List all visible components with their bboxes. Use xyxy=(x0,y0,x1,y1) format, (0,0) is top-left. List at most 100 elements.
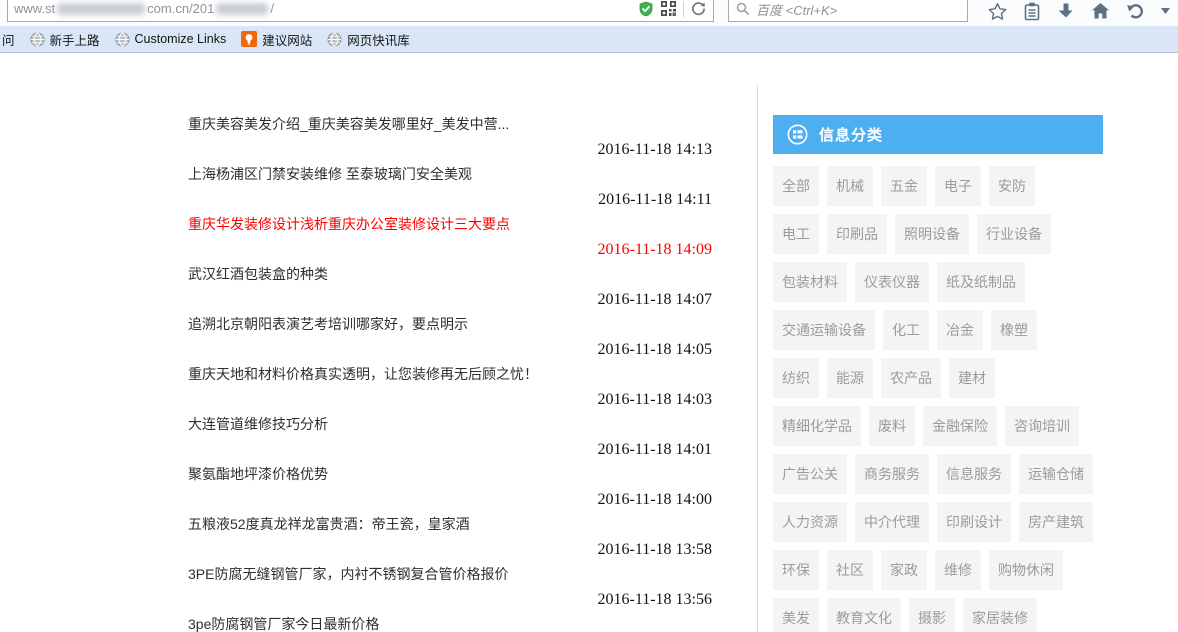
category-button[interactable]: 维修 xyxy=(935,550,981,590)
article-title-link[interactable]: 3PE防腐无缝钢管厂家，内衬不锈钢复合管价格报价 xyxy=(188,562,712,587)
category-button[interactable]: 机械 xyxy=(827,166,873,206)
column-divider xyxy=(757,85,758,632)
bookmark-label: 问 xyxy=(2,30,15,49)
bookmark-item[interactable]: 问 xyxy=(2,30,15,49)
category-row: 全部机械五金电子安防 xyxy=(773,166,1103,206)
reload-icon[interactable] xyxy=(691,1,706,16)
category-button[interactable]: 房产建筑 xyxy=(1019,502,1093,542)
url-fragment: com.cn/201 xyxy=(147,1,214,16)
article-title-link[interactable]: 上海杨浦区门禁安装维修 至泰玻璃门安全美观 xyxy=(188,162,712,187)
article-date: 2016-11-18 14:11 xyxy=(188,187,712,212)
category-button[interactable]: 家政 xyxy=(881,550,927,590)
bookmark-label: 网页快讯库 xyxy=(347,30,410,49)
category-button[interactable]: 建材 xyxy=(949,358,995,398)
category-button[interactable]: 环保 xyxy=(773,550,819,590)
category-button[interactable]: 包装材料 xyxy=(773,262,847,302)
undo-icon[interactable] xyxy=(1126,2,1145,20)
article-title-link[interactable]: 重庆华发装修设计浅析重庆办公室装修设计三大要点 xyxy=(188,212,712,237)
bookmark-star-icon[interactable] xyxy=(988,2,1007,21)
bookmark-item[interactable]: 新手上路 xyxy=(30,30,100,49)
category-row: 美发教育文化摄影家居装修 xyxy=(773,598,1103,632)
category-button[interactable]: 运输仓储 xyxy=(1019,454,1093,494)
article-date: 2016-11-18 14:09 xyxy=(188,237,712,262)
article-item: 重庆美容美发介绍_重庆美容美发哪里好_美发中营...2016-11-18 14:… xyxy=(188,112,712,162)
article-item: 重庆华发装修设计浅析重庆办公室装修设计三大要点2016-11-18 14:09 xyxy=(188,212,712,262)
category-button[interactable]: 行业设备 xyxy=(977,214,1051,254)
category-button[interactable]: 印刷品 xyxy=(827,214,887,254)
home-icon[interactable] xyxy=(1091,2,1110,20)
bookmarks-bar: 问新手上路 Customize Links 建议网站 网页快讯库 xyxy=(0,26,1178,53)
category-button[interactable]: 信息服务 xyxy=(937,454,1011,494)
category-button[interactable]: 五金 xyxy=(881,166,927,206)
category-button[interactable]: 摄影 xyxy=(909,598,955,632)
category-row: 电工印刷品照明设备行业设备 xyxy=(773,214,1103,254)
article-title-link[interactable]: 3pe防腐钢管厂家今日最新价格 xyxy=(188,612,712,632)
article-title-link[interactable]: 重庆美容美发介绍_重庆美容美发哪里好_美发中营... xyxy=(188,112,712,137)
category-button[interactable]: 家居装修 xyxy=(963,598,1037,632)
category-button[interactable]: 纸及纸制品 xyxy=(937,262,1025,302)
article-date: 2016-11-18 14:01 xyxy=(188,437,712,462)
article-item: 聚氨酯地坪漆价格优势2016-11-18 14:00 xyxy=(188,462,712,512)
article-item: 重庆天地和材料价格真实透明，让您装修再无后顾之忧！2016-11-18 14:0… xyxy=(188,362,712,412)
article-title-link[interactable]: 聚氨酯地坪漆价格优势 xyxy=(188,462,712,487)
category-button[interactable]: 全部 xyxy=(773,166,819,206)
category-button[interactable]: 废料 xyxy=(869,406,915,446)
category-button[interactable]: 冶金 xyxy=(937,310,983,350)
article-item: 武汉红酒包装盒的种类2016-11-18 14:07 xyxy=(188,262,712,312)
category-button[interactable]: 教育文化 xyxy=(827,598,901,632)
category-button[interactable]: 电工 xyxy=(773,214,819,254)
article-item: 上海杨浦区门禁安装维修 至泰玻璃门安全美观2016-11-18 14:11 xyxy=(188,162,712,212)
category-button[interactable]: 咨询培训 xyxy=(1005,406,1079,446)
bookmark-item[interactable]: 网页快讯库 xyxy=(327,30,410,49)
category-button[interactable]: 商务服务 xyxy=(855,454,929,494)
category-button[interactable]: 仪表仪器 xyxy=(855,262,929,302)
category-button[interactable]: 纺织 xyxy=(773,358,819,398)
search-icon xyxy=(736,2,750,16)
category-button[interactable]: 精细化学品 xyxy=(773,406,861,446)
bookmark-item[interactable]: 建议网站 xyxy=(241,30,312,49)
address-bar[interactable]: www.st com.cn/201 / xyxy=(7,0,714,22)
category-button[interactable]: 广告公关 xyxy=(773,454,847,494)
article-item: 五粮液52度真龙祥龙富贵酒：帝王瓷，皇家酒2016-11-18 13:58 xyxy=(188,512,712,562)
category-button[interactable]: 安防 xyxy=(989,166,1035,206)
globe-icon xyxy=(30,32,45,47)
globe-icon xyxy=(327,32,342,47)
toolbar-buttons xyxy=(988,0,1170,22)
category-button[interactable]: 能源 xyxy=(827,358,873,398)
bookmarks-list-icon[interactable] xyxy=(1023,2,1041,21)
category-button[interactable]: 美发 xyxy=(773,598,819,632)
page-content: 重庆美容美发介绍_重庆美容美发哪里好_美发中营...2016-11-18 14:… xyxy=(0,54,1178,632)
category-button[interactable]: 中介代理 xyxy=(855,502,929,542)
address-bar-divider xyxy=(683,1,684,17)
article-date: 2016-11-18 14:13 xyxy=(188,137,712,162)
category-button[interactable]: 购物休闲 xyxy=(989,550,1063,590)
toolbar-overflow-chevron-icon[interactable] xyxy=(1161,8,1170,14)
category-button[interactable]: 化工 xyxy=(883,310,929,350)
category-button[interactable]: 照明设备 xyxy=(895,214,969,254)
category-button[interactable]: 人力资源 xyxy=(773,502,847,542)
category-button[interactable]: 交通运输设备 xyxy=(773,310,875,350)
category-button[interactable]: 金融保险 xyxy=(923,406,997,446)
category-grid: 全部机械五金电子安防电工印刷品照明设备行业设备包装材料仪表仪器纸及纸制品交通运输… xyxy=(773,166,1103,632)
address-bar-actions xyxy=(638,0,713,21)
bookmark-item[interactable]: Customize Links xyxy=(115,32,227,47)
category-button[interactable]: 橡塑 xyxy=(991,310,1037,350)
search-bar[interactable]: 百度 <Ctrl+K> xyxy=(728,0,968,22)
browser-window: www.st com.cn/201 / xyxy=(0,0,1178,632)
category-row: 精细化学品废料金融保险咨询培训 xyxy=(773,406,1103,446)
downloads-icon[interactable] xyxy=(1057,2,1075,20)
bookmark-label: Customize Links xyxy=(135,32,227,46)
article-title-link[interactable]: 追溯北京朝阳表演艺考培训哪家好，要点明示 xyxy=(188,312,712,337)
category-button[interactable]: 电子 xyxy=(935,166,981,206)
category-button[interactable]: 印刷设计 xyxy=(937,502,1011,542)
article-title-link[interactable]: 重庆天地和材料价格真实透明，让您装修再无后顾之忧！ xyxy=(188,362,712,387)
category-button[interactable]: 社区 xyxy=(827,550,873,590)
sidebar-header: 信息分类 xyxy=(773,115,1103,154)
qr-code-icon[interactable] xyxy=(661,1,676,16)
article-title-link[interactable]: 大连管道维修技巧分析 xyxy=(188,412,712,437)
article-title-link[interactable]: 武汉红酒包装盒的种类 xyxy=(188,262,712,287)
article-title-link[interactable]: 五粮液52度真龙祥龙富贵酒：帝王瓷，皇家酒 xyxy=(188,512,712,537)
security-shield-icon[interactable] xyxy=(638,1,654,17)
category-button[interactable]: 农产品 xyxy=(881,358,941,398)
category-row: 人力资源中介代理印刷设计房产建筑 xyxy=(773,502,1103,542)
